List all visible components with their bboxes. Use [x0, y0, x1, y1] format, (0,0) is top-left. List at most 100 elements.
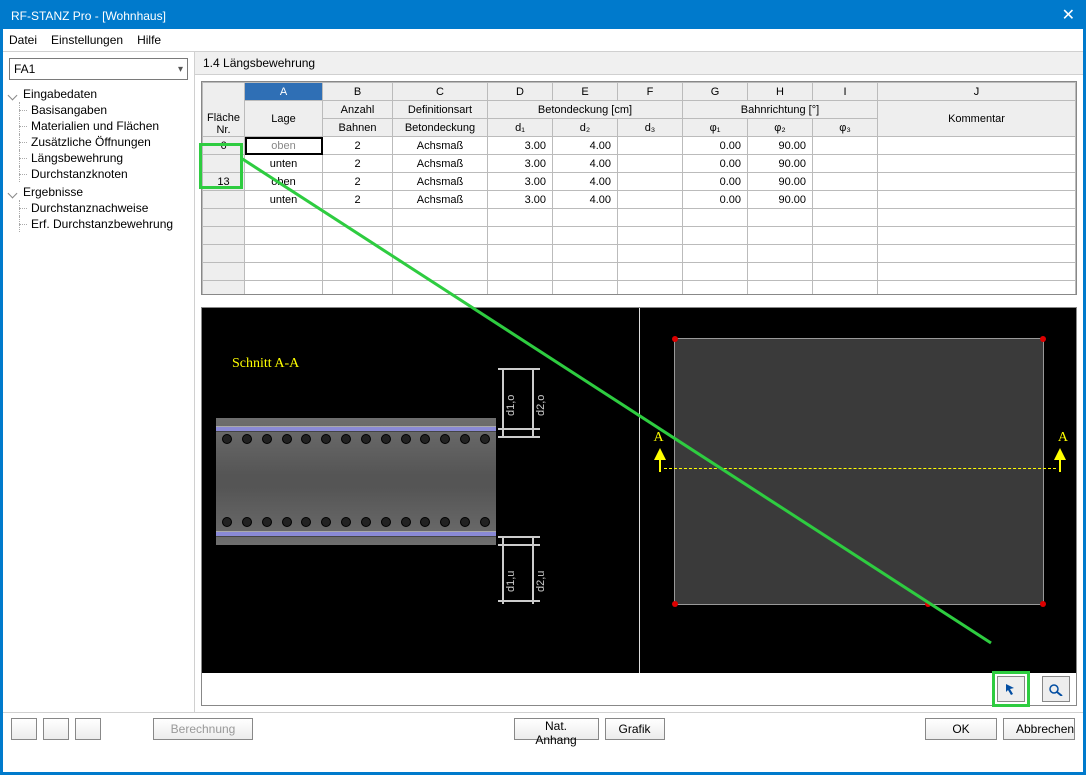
viz-toolbar [202, 673, 1076, 705]
cell-d3[interactable] [618, 173, 683, 191]
dim-line [498, 600, 540, 602]
menu-hilfe[interactable]: Hilfe [137, 33, 161, 47]
cell-nr[interactable] [203, 281, 245, 296]
chevron-down-icon: ▾ [178, 64, 183, 75]
cell-phi2[interactable]: 90.00 [748, 191, 813, 209]
import-button[interactable] [75, 718, 101, 740]
nat-anhang-button[interactable]: Nat. Anhang [514, 718, 599, 740]
cell-lage[interactable]: oben [245, 137, 323, 155]
cell-d3[interactable] [618, 155, 683, 173]
cell-d2[interactable]: 4.00 [553, 155, 618, 173]
tree-item-oeffnungen[interactable]: Zusätzliche Öffnungen [9, 134, 188, 150]
cell-d1[interactable]: 3.00 [488, 155, 553, 173]
cell-defart[interactable]: Achsmaß [393, 173, 488, 191]
tree-item-nachweise[interactable]: Durchstanznachweise [9, 200, 188, 216]
tree-item-materialien[interactable]: Materialien und Flächen [9, 118, 188, 134]
cell-lage[interactable]: oben [245, 173, 323, 191]
dim-d1o: d1,o [505, 395, 517, 416]
cell-kom[interactable] [878, 137, 1076, 155]
cell-nr[interactable] [203, 191, 245, 209]
cell-phi2[interactable]: 90.00 [748, 173, 813, 191]
cell-phi2[interactable]: 90.00 [748, 155, 813, 173]
cell-phi1[interactable]: 0.00 [683, 173, 748, 191]
cell-nr[interactable]: 13 [203, 173, 245, 191]
cell-bahnen[interactable]: 2 [323, 173, 393, 191]
section-line [664, 468, 1057, 469]
corner-dot [672, 601, 678, 607]
cell-d3[interactable] [618, 137, 683, 155]
cell-d2[interactable]: 4.00 [553, 173, 618, 191]
calc-button[interactable]: Berechnung [153, 718, 253, 740]
cell-defart[interactable]: Achsmaß [393, 155, 488, 173]
view-settings-button[interactable] [1042, 676, 1070, 702]
cell-defart[interactable]: Achsmaß [393, 191, 488, 209]
cell-nr[interactable] [203, 245, 245, 263]
case-combo[interactable]: FA1 ▾ [9, 58, 188, 80]
cell-d2[interactable]: 4.00 [553, 137, 618, 155]
tree-group-ergebnisse[interactable]: Ergebnisse [9, 184, 188, 200]
cell-kom[interactable] [878, 173, 1076, 191]
corner-dot [672, 336, 678, 342]
arrow-stem [659, 460, 661, 472]
cell-nr[interactable] [203, 263, 245, 281]
pick-surface-button[interactable] [997, 676, 1025, 702]
cell-phi3[interactable] [813, 173, 878, 191]
cell-kom[interactable] [878, 191, 1076, 209]
col-letter-e: E [553, 83, 618, 101]
tree-item-laengsbewehrung[interactable]: Längsbewehrung [9, 150, 188, 166]
page-title: 1.4 Längsbewehrung [195, 52, 1083, 75]
tree-group-eingabedaten[interactable]: Eingabedaten [9, 86, 188, 102]
cell-kom[interactable] [878, 155, 1076, 173]
cell-bahnen[interactable]: 2 [323, 191, 393, 209]
visualization: Schnitt A-A [201, 307, 1077, 706]
tree-item-basisangaben[interactable]: Basisangaben [9, 102, 188, 118]
cell-nr[interactable] [203, 227, 245, 245]
cell-bahnen[interactable]: 2 [323, 137, 393, 155]
tree-item-erf-bewehrung[interactable]: Erf. Durchstanzbewehrung [9, 216, 188, 232]
cell-lage[interactable]: unten [245, 155, 323, 173]
cell-defart[interactable]: Achsmaß [393, 137, 488, 155]
close-icon[interactable]: ✕ [1062, 8, 1075, 24]
menu-einstellungen[interactable]: Einstellungen [51, 33, 123, 47]
cell-lage[interactable]: unten [245, 191, 323, 209]
dim-d2o: d2,o [535, 395, 547, 416]
ok-button[interactable]: OK [925, 718, 997, 740]
cell-nr[interactable] [203, 209, 245, 227]
arrow-stem [1059, 460, 1061, 472]
col-letter-h: H [748, 83, 813, 101]
menu-datei[interactable]: Datei [9, 33, 37, 47]
col-letter-d: D [488, 83, 553, 101]
col-defart-bot: Betondeckung [393, 119, 488, 137]
dim-line [502, 536, 504, 604]
reinforcement-grid[interactable]: FlächeNr. A B C D E F G H I J [202, 82, 1076, 295]
col-group-bahn: Bahnrichtung [°] [683, 101, 878, 119]
col-d2: d₂ [553, 119, 618, 137]
export-button[interactable] [43, 718, 69, 740]
case-combo-value: FA1 [14, 62, 35, 76]
cell-d3[interactable] [618, 191, 683, 209]
cell-d1[interactable]: 3.00 [488, 191, 553, 209]
col-phi2: φ₂ [748, 119, 813, 137]
cell-bahnen[interactable]: 2 [323, 155, 393, 173]
cell-nr[interactable] [203, 155, 245, 173]
cell-d2[interactable]: 4.00 [553, 191, 618, 209]
help-button[interactable]: ? [11, 718, 37, 740]
cell-phi3[interactable] [813, 191, 878, 209]
tree-item-durchstanzknoten[interactable]: Durchstanzknoten [9, 166, 188, 182]
cell-d1[interactable]: 3.00 [488, 173, 553, 191]
dim-line [498, 436, 540, 438]
cell-d1[interactable]: 3.00 [488, 137, 553, 155]
col-flaeche-top: FlächeNr. [207, 112, 240, 136]
cell-phi1[interactable]: 0.00 [683, 137, 748, 155]
table-row: 13 oben 2 Achsmaß 3.00 4.00 0.00 90.00 [203, 173, 1076, 191]
cell-phi1[interactable]: 0.00 [683, 155, 748, 173]
grafik-button[interactable]: Grafik [605, 718, 665, 740]
cell-phi3[interactable] [813, 137, 878, 155]
cell-phi2[interactable]: 90.00 [748, 137, 813, 155]
dim-line [498, 428, 540, 430]
cell-phi3[interactable] [813, 155, 878, 173]
cell-nr[interactable]: 6 [203, 137, 245, 155]
col-letter-c: C [393, 83, 488, 101]
cell-phi1[interactable]: 0.00 [683, 191, 748, 209]
cancel-button[interactable]: Abbrechen [1003, 718, 1075, 740]
